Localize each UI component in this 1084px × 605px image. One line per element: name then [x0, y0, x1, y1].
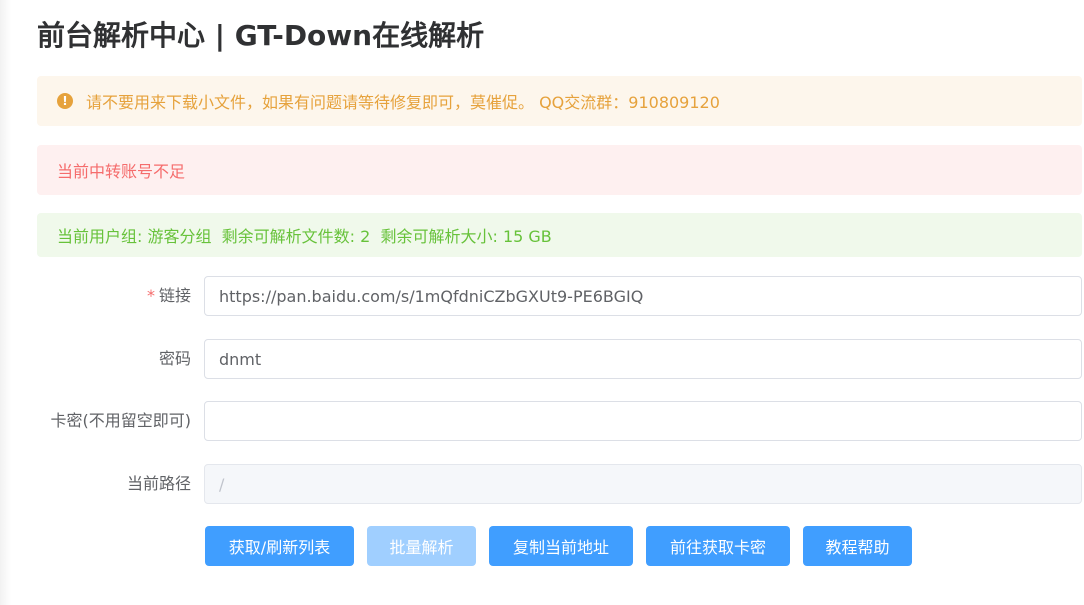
refresh-list-button[interactable]: 获取/刷新列表	[205, 526, 354, 566]
card-key-label: 卡密(不用留空即可)	[50, 411, 192, 430]
help-button[interactable]: 教程帮助	[803, 526, 912, 566]
required-mark: *	[146, 286, 155, 305]
error-alert-text: 当前中转账号不足	[57, 162, 186, 181]
link-label: * 链接	[37, 276, 191, 316]
success-alert: 当前用户组: 游客分组 剩余可解析文件数: 2 剩余可解析大小: 15 GB	[37, 213, 1082, 257]
success-alert-text: 当前用户组: 游客分组 剩余可解析文件数: 2 剩余可解析大小: 15 GB	[57, 227, 552, 246]
link-row: * 链接	[37, 276, 1082, 316]
path-input	[204, 464, 1082, 504]
password-label: 密码	[158, 349, 191, 368]
password-row: 密码	[37, 339, 1082, 379]
page-title: 前台解析中心 | GT-Down在线解析	[37, 19, 485, 52]
path-label: 当前路径	[126, 474, 191, 493]
link-input[interactable]	[204, 276, 1082, 316]
error-alert: 当前中转账号不足	[37, 145, 1082, 195]
warning-alert: ! 请不要用来下载小文件，如果有问题请等待修复即可，莫催促。 QQ交流群：910…	[37, 76, 1082, 126]
path-row: 当前路径	[37, 464, 1082, 504]
card-key-input[interactable]	[204, 401, 1082, 441]
warning-alert-text: 请不要用来下载小文件，如果有问题请等待修复即可，莫催促。 QQ交流群：91080…	[86, 93, 720, 112]
get-card-key-button[interactable]: 前往获取卡密	[646, 526, 790, 566]
password-input[interactable]	[204, 339, 1082, 379]
warning-icon: !	[57, 93, 73, 109]
link-label-text: 链接	[158, 286, 191, 305]
card-key-row: 卡密(不用留空即可)	[37, 401, 1082, 441]
batch-parse-button[interactable]: 批量解析	[367, 526, 476, 566]
copy-path-button[interactable]: 复制当前地址	[489, 526, 633, 566]
left-shadow-strip	[0, 0, 11, 605]
